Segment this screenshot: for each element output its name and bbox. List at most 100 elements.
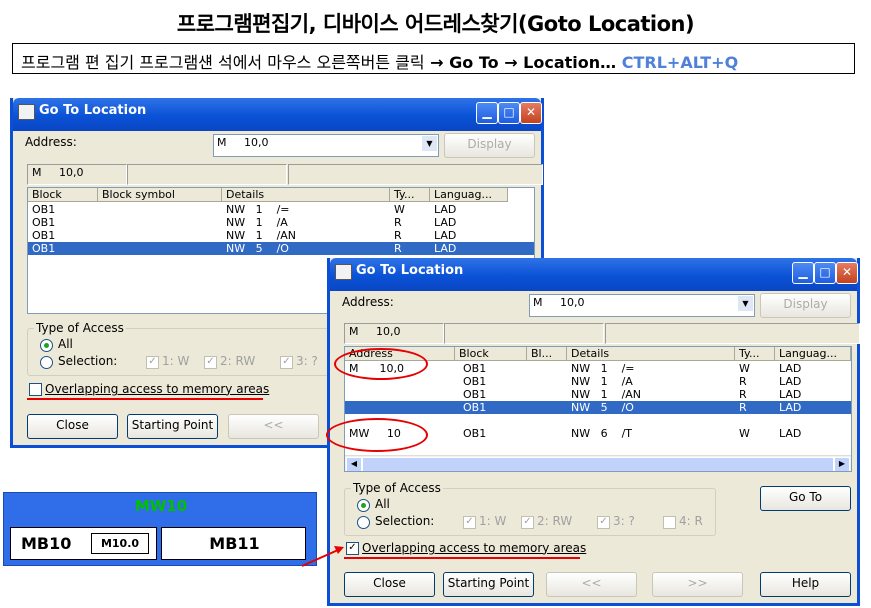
bit-label: M10.0 xyxy=(91,533,149,554)
dialog-title: Go To Location xyxy=(356,263,464,278)
overlap-checkbox[interactable] xyxy=(29,383,42,396)
sel-rw-checkbox[interactable]: ✓ xyxy=(521,516,534,529)
go-to-button[interactable]: Go To xyxy=(760,486,851,511)
address-field-text: M 10,0 xyxy=(349,325,401,338)
app-icon xyxy=(335,264,352,280)
page-title: 프로그램편집기, 디바이스 어드레스찾기(Goto Location) xyxy=(176,12,695,36)
sel-w-label: 1: W xyxy=(479,514,507,528)
info-field-1 xyxy=(127,164,287,185)
highlight-ellipse-address xyxy=(334,348,428,380)
byte-right-label: MB11 xyxy=(209,534,260,553)
minimize-icon[interactable]: ▁ xyxy=(792,262,814,284)
column-header[interactable]: Details xyxy=(567,347,735,361)
type-of-access-group: Type of Access All Selection: ✓ 1: W ✓ 2… xyxy=(27,321,329,376)
scroll-right-icon[interactable]: ▶ xyxy=(834,457,850,471)
column-header[interactable]: Details xyxy=(222,188,390,202)
starting-point-button[interactable]: Starting Point xyxy=(443,572,534,597)
sel-w-checkbox[interactable]: ✓ xyxy=(463,516,476,529)
column-header[interactable]: Bl... xyxy=(527,347,567,361)
next-button[interactable]: >> xyxy=(652,572,743,597)
selection-radio[interactable] xyxy=(357,516,370,529)
sel-r-checkbox[interactable] xyxy=(663,516,676,529)
column-header[interactable]: Block symbol xyxy=(98,188,222,202)
instruction-korean: 프로그램 편 집기 프로그램섄 석에서 마우스 오른쪽버튼 클릭 xyxy=(21,53,425,72)
dialog-titlebar[interactable]: Go To Location ▁ □ ✕ xyxy=(13,98,542,131)
all-radio[interactable] xyxy=(357,499,370,512)
column-header[interactable]: Block xyxy=(455,347,527,361)
type-of-access-label: Type of Access xyxy=(351,481,443,495)
sel-unknown-checkbox[interactable]: ✓ xyxy=(597,516,610,529)
table-row[interactable]: OB1 NW 1 /A R LAD xyxy=(345,375,851,388)
address-label: Address: xyxy=(25,135,77,149)
all-radio[interactable] xyxy=(40,339,53,352)
sel-w-label: 1: W xyxy=(162,354,190,368)
chevron-down-icon[interactable]: ▼ xyxy=(422,136,437,151)
dialog-titlebar[interactable]: Go To Location ▁ □ ✕ xyxy=(330,258,858,291)
word-label: MW10 xyxy=(134,497,188,515)
instruction-path: → Go To → Location… xyxy=(424,53,622,72)
table-row-selected[interactable]: OB1 NW 5 /O R LAD xyxy=(28,242,534,255)
table-row[interactable]: OB1 NW 1 /= W LAD xyxy=(28,203,534,216)
sel-w-checkbox[interactable]: ✓ xyxy=(146,356,159,369)
sel-r-label: 4: R xyxy=(679,514,703,528)
highlight-ellipse-mw10 xyxy=(326,418,428,452)
sel-unknown-checkbox[interactable]: ✓ xyxy=(280,356,293,369)
scroll-left-icon[interactable]: ◀ xyxy=(346,457,362,471)
info-field-1 xyxy=(444,323,604,344)
column-header[interactable]: Ty... xyxy=(390,188,430,202)
app-icon xyxy=(18,104,35,120)
all-label: All xyxy=(375,497,390,511)
previous-button[interactable]: << xyxy=(546,572,637,597)
address-label: Address: xyxy=(342,295,394,309)
horizontal-scrollbar[interactable]: ◀ ▶ xyxy=(345,455,851,471)
byte-right-box: MB11 xyxy=(161,527,306,560)
address-field: M 10,0 xyxy=(344,323,444,344)
sel-rw-checkbox[interactable]: ✓ xyxy=(204,356,217,369)
instruction-bar: 프로그램 편 집기 프로그램섄 석에서 마우스 오른쪽버튼 클릭 → Go To… xyxy=(12,43,855,74)
close-icon[interactable]: ✕ xyxy=(836,262,858,284)
previous-button[interactable]: << xyxy=(228,414,319,439)
selection-label: Selection: xyxy=(375,514,435,528)
selection-label: Selection: xyxy=(58,354,118,368)
dialog-title: Go To Location xyxy=(39,103,147,118)
display-button[interactable]: Display xyxy=(444,133,535,158)
maximize-icon[interactable]: □ xyxy=(814,262,836,284)
table-row[interactable]: OB1 NW 1 /A R LAD xyxy=(28,216,534,229)
display-button[interactable]: Display xyxy=(760,293,851,318)
address-field-text: M 10,0 xyxy=(32,166,84,179)
address-value: M 10,0 xyxy=(533,296,585,309)
scroll-thumb[interactable] xyxy=(362,457,834,471)
address-combo[interactable]: M 10,0 ▼ xyxy=(213,134,439,157)
close-button[interactable]: Close xyxy=(344,572,435,597)
close-button[interactable]: Close xyxy=(27,414,118,439)
pointer-arrow xyxy=(301,546,344,567)
type-of-access-label: Type of Access xyxy=(34,321,126,335)
info-field-2 xyxy=(605,323,860,344)
info-field-2 xyxy=(288,164,543,185)
column-header[interactable]: Languag... xyxy=(430,188,508,202)
selection-radio[interactable] xyxy=(40,356,53,369)
maximize-icon[interactable]: □ xyxy=(498,102,520,124)
address-value: M 10,0 xyxy=(217,136,269,149)
sel-unknown-label: 3: ? xyxy=(613,514,635,528)
column-header[interactable]: Languag... xyxy=(775,347,851,361)
column-header[interactable]: Ty... xyxy=(735,347,775,361)
table-row[interactable]: OB1 NW 1 /AN R LAD xyxy=(345,388,851,401)
highlight-underline xyxy=(344,557,580,559)
column-header[interactable]: Block xyxy=(28,188,98,202)
chevron-down-icon[interactable]: ▼ xyxy=(738,296,753,311)
minimize-icon[interactable]: ▁ xyxy=(476,102,498,124)
type-of-access-group: Type of Access All Selection: ✓ 1: W ✓ 2… xyxy=(344,481,716,536)
help-button[interactable]: Help xyxy=(760,572,851,597)
table-row-selected[interactable]: OB1 NW 5 /O R LAD xyxy=(345,401,851,414)
overlap-label: Overlapping access to memory areas xyxy=(362,541,587,555)
address-field: M 10,0 xyxy=(27,164,127,185)
close-icon[interactable]: ✕ xyxy=(520,102,542,124)
starting-point-button[interactable]: Starting Point xyxy=(127,414,218,439)
table-row[interactable]: OB1 NW 1 /AN R LAD xyxy=(28,229,534,242)
shortcut-text: CTRL+ALT+Q xyxy=(621,53,739,72)
sel-rw-label: 2: RW xyxy=(220,354,256,368)
sel-unknown-label: 3: ? xyxy=(296,354,318,368)
byte-left-label: MB10 xyxy=(21,534,72,553)
address-combo[interactable]: M 10,0 ▼ xyxy=(529,294,755,317)
